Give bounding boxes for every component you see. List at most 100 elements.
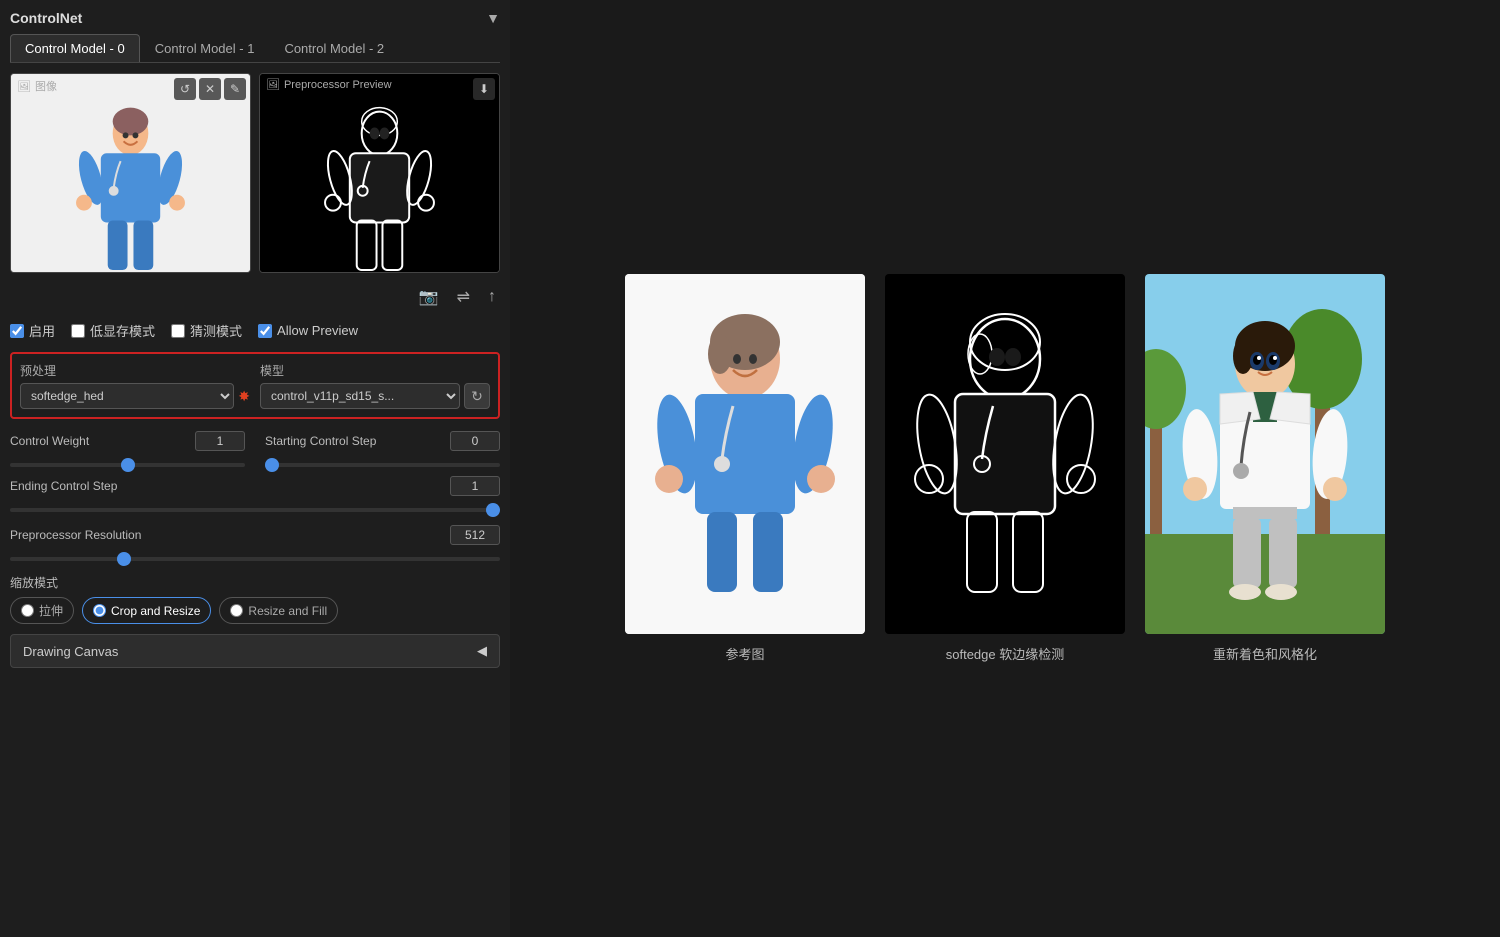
control-weight-col: Control Weight <box>10 431 245 470</box>
guess-mode-label: 猜测模式 <box>190 321 242 340</box>
controlnet-title: ControlNet <box>10 10 82 26</box>
low-memory-checkbox-item[interactable]: 低显存模式 <box>71 321 155 340</box>
model-section: 预处理 softedge_hed ✸ 模型 control_v11p_sd15_… <box>10 352 500 419</box>
starting-step-header: Starting Control Step <box>265 431 500 451</box>
input-image-label: 🖼 图像 <box>17 78 57 94</box>
camera-btn[interactable]: 📷 <box>415 283 443 311</box>
starting-step-label: Starting Control Step <box>265 434 376 448</box>
top-sliders-row: Control Weight Starting Control Step <box>10 431 500 470</box>
result-image-1 <box>885 274 1125 634</box>
preprocessor-res-value[interactable] <box>450 525 500 545</box>
low-memory-checkbox[interactable] <box>71 324 85 338</box>
preprocessor-select[interactable]: softedge_hed <box>20 383 234 409</box>
control-weight-label: Control Weight <box>10 434 89 448</box>
enable-checkbox-item[interactable]: 启用 <box>10 321 55 340</box>
starting-step-slider[interactable] <box>265 463 500 467</box>
preprocessor-star-btn[interactable]: ✸ <box>238 388 250 405</box>
drawing-canvas-arrow-icon: ◀ <box>477 643 487 659</box>
preprocessor-res-header: Preprocessor Resolution <box>10 525 500 545</box>
model-select[interactable]: control_v11p_sd15_s... <box>260 383 460 409</box>
preprocessor-res-label: Preprocessor Resolution <box>10 528 141 542</box>
tab-control-model-2[interactable]: Control Model - 2 <box>269 34 399 62</box>
tab-control-model-1[interactable]: Control Model - 1 <box>140 34 270 62</box>
collapse-button[interactable]: ▼ <box>486 10 500 26</box>
ending-step-value[interactable] <box>450 476 500 496</box>
result-image-col-0: 参考图 <box>625 274 865 663</box>
drawing-canvas-title: Drawing Canvas <box>23 644 118 659</box>
model-col: 模型 control_v11p_sd15_s... ↻ <box>260 362 490 409</box>
tab-control-model-0[interactable]: Control Model - 0 <box>10 34 140 62</box>
refresh-image-btn[interactable]: ↺ <box>174 78 196 100</box>
edit-image-btn[interactable]: ✎ <box>224 78 246 100</box>
drawing-canvas-header[interactable]: Drawing Canvas ◀ <box>10 634 500 668</box>
preprocessor-image-box: 🖼 Preprocessor Preview ⬇ <box>259 73 500 273</box>
result-image-col-1: softedge 软边缘检测 <box>885 274 1125 663</box>
result-label-1: softedge 软边缘检测 <box>946 644 1065 663</box>
download-preprocessor-btn[interactable]: ⬇ <box>473 78 495 100</box>
ending-step-slider[interactable] <box>10 508 500 512</box>
zoom-crop-resize-label: Crop and Resize <box>111 604 200 618</box>
drawing-canvas-section: Drawing Canvas ◀ <box>10 634 500 668</box>
tab-bar: Control Model - 0 Control Model - 1 Cont… <box>10 34 500 63</box>
result-label-0: 参考图 <box>725 644 764 663</box>
result-label-2: 重新着色和风格化 <box>1213 644 1317 663</box>
up-btn[interactable]: ↑ <box>484 283 500 311</box>
swap-btn[interactable]: ⇌ <box>453 283 474 311</box>
preprocessor-res-row: Preprocessor Resolution <box>10 525 500 564</box>
input-image-content <box>11 74 250 272</box>
result-images-container: 参考图 <box>625 274 1385 663</box>
zoom-resize-fill[interactable]: Resize and Fill <box>219 597 338 624</box>
images-row: 🖼 图像 ↺ ✕ ✎ <box>10 73 500 273</box>
preprocessor-image-label: 🖼 Preprocessor Preview <box>266 78 392 91</box>
preprocessor-icon: 🖼 <box>266 78 280 91</box>
model-label: 模型 <box>260 362 490 379</box>
zoom-stretch-radio[interactable] <box>21 604 34 617</box>
result-image-2 <box>1145 274 1385 634</box>
zoom-stretch[interactable]: 拉伸 <box>10 597 74 624</box>
input-image-box: 🖼 图像 ↺ ✕ ✎ <box>10 73 251 273</box>
controlnet-header: ControlNet ▼ <box>10 10 500 26</box>
enable-checkbox[interactable] <box>10 324 24 338</box>
guess-mode-checkbox-item[interactable]: 猜测模式 <box>171 321 242 340</box>
ending-step-header: Ending Control Step <box>10 476 500 496</box>
guess-mode-checkbox[interactable] <box>171 324 185 338</box>
slider-section: Control Weight Starting Control Step En <box>10 431 500 564</box>
ending-step-label: Ending Control Step <box>10 479 117 493</box>
preprocessor-select-row: softedge_hed ✸ <box>20 383 250 409</box>
right-panel: 参考图 <box>510 0 1500 937</box>
action-row: 📷 ⇌ ↑ <box>10 283 500 311</box>
preprocessor-image-content <box>260 74 499 272</box>
zoom-section: 缩放模式 拉伸 Crop and Resize Resize and Fill <box>10 574 500 624</box>
preprocessor-col: 预处理 softedge_hed ✸ <box>20 362 250 409</box>
starting-step-col: Starting Control Step <box>265 431 500 470</box>
control-weight-header: Control Weight <box>10 431 245 451</box>
zoom-label: 缩放模式 <box>10 574 500 591</box>
preprocessor-image-controls: ⬇ <box>473 78 495 100</box>
zoom-resize-fill-label: Resize and Fill <box>248 604 327 618</box>
control-weight-value[interactable] <box>195 431 245 451</box>
zoom-resize-fill-radio[interactable] <box>230 604 243 617</box>
zoom-stretch-label: 拉伸 <box>39 602 63 619</box>
allow-preview-label: Allow Preview <box>277 323 358 338</box>
zoom-crop-resize[interactable]: Crop and Resize <box>82 597 211 624</box>
ending-step-row: Ending Control Step <box>10 476 500 515</box>
model-row: 预处理 softedge_hed ✸ 模型 control_v11p_sd15_… <box>20 362 490 409</box>
left-panel: ControlNet ▼ Control Model - 0 Control M… <box>0 0 510 937</box>
allow-preview-checkbox-item[interactable]: Allow Preview <box>258 323 358 338</box>
preprocessor-res-slider[interactable] <box>10 557 500 561</box>
result-image-0 <box>625 274 865 634</box>
preprocessor-label: 预处理 <box>20 362 250 379</box>
low-memory-label: 低显存模式 <box>90 321 155 340</box>
close-image-btn[interactable]: ✕ <box>199 78 221 100</box>
zoom-radio-group: 拉伸 Crop and Resize Resize and Fill <box>10 597 500 624</box>
model-select-row: control_v11p_sd15_s... ↻ <box>260 383 490 409</box>
allow-preview-checkbox[interactable] <box>258 324 272 338</box>
main-layout: ControlNet ▼ Control Model - 0 Control M… <box>0 0 1500 937</box>
starting-step-value[interactable] <box>450 431 500 451</box>
checkboxes-row: 启用 低显存模式 猜测模式 Allow Preview <box>10 321 500 340</box>
result-image-col-2: 重新着色和风格化 <box>1145 274 1385 663</box>
zoom-crop-resize-radio[interactable] <box>93 604 106 617</box>
input-image-controls: ↺ ✕ ✎ <box>174 78 246 100</box>
control-weight-slider[interactable] <box>10 463 245 467</box>
model-refresh-btn[interactable]: ↻ <box>464 383 490 409</box>
